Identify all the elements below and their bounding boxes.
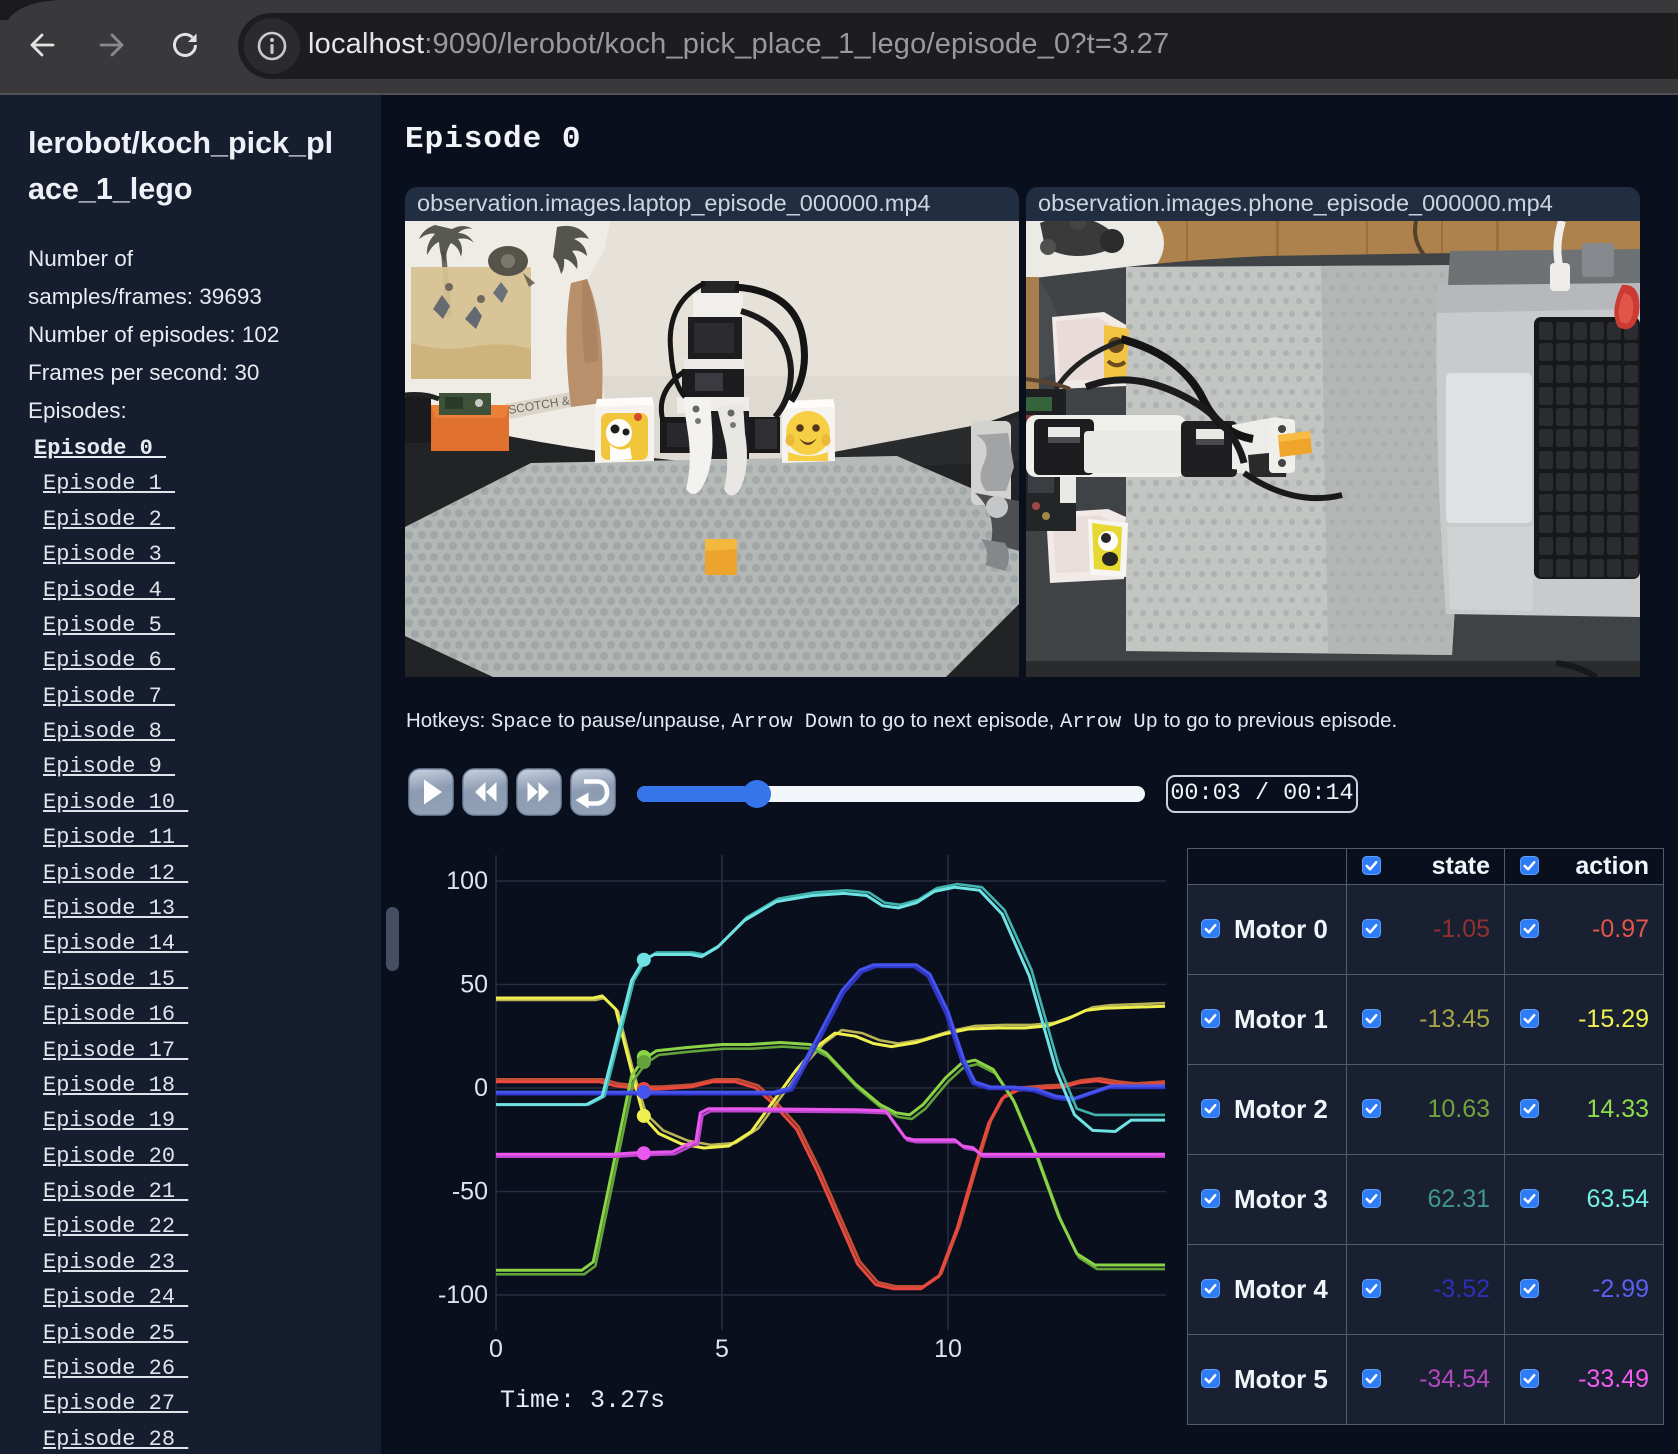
svg-text:50: 50 <box>460 971 488 999</box>
svg-text:100: 100 <box>446 867 488 895</box>
svg-text:10: 10 <box>934 1335 962 1363</box>
svg-text:0: 0 <box>474 1074 488 1102</box>
svg-text:-100: -100 <box>438 1281 488 1309</box>
svg-text:5: 5 <box>715 1335 729 1363</box>
svg-text:Time: 3.27s: Time: 3.27s <box>500 1386 665 1415</box>
svg-text:-50: -50 <box>452 1178 488 1206</box>
svg-text:0: 0 <box>489 1335 503 1363</box>
